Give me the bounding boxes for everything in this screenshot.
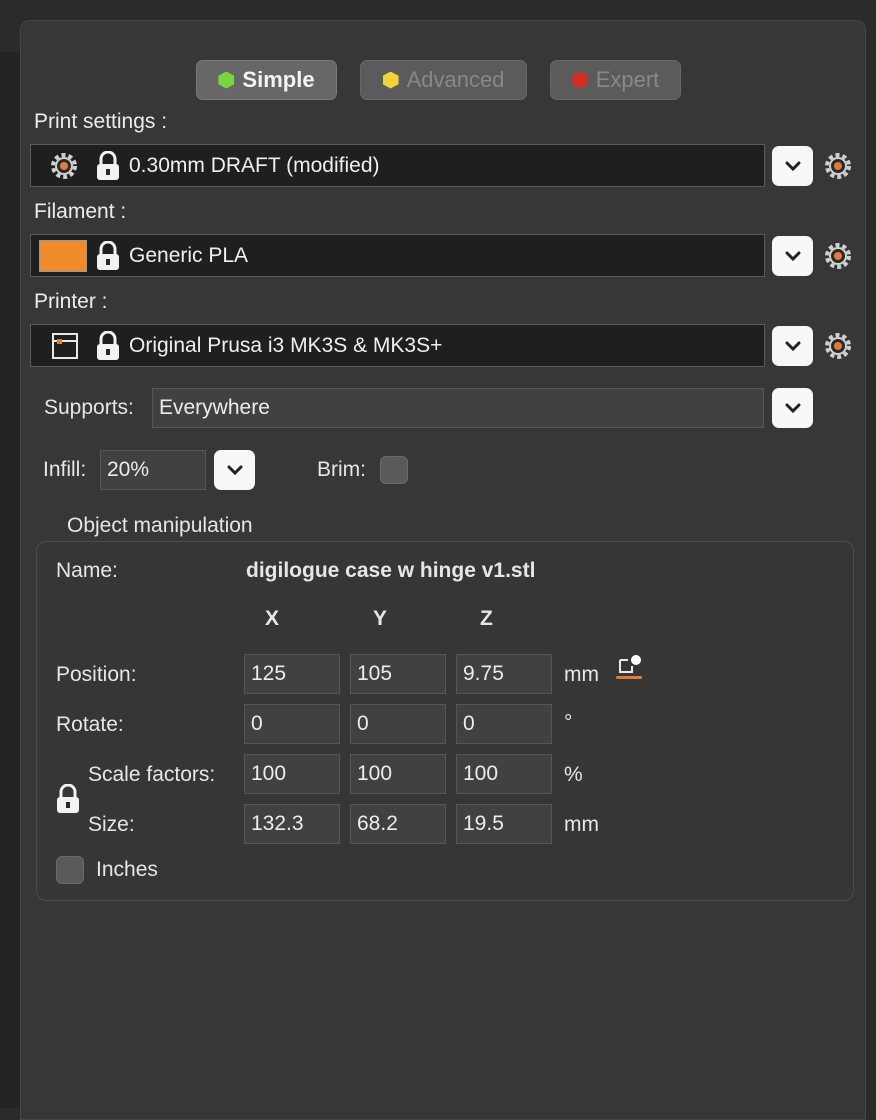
size-z-input[interactable]: 19.5	[456, 804, 552, 844]
chevron-down-icon	[785, 341, 800, 351]
printer-dropdown-button[interactable]	[772, 326, 813, 366]
infill-dropdown-button[interactable]	[214, 450, 255, 490]
object-name-value: digilogue case w hinge v1.stl	[246, 559, 536, 582]
mode-simple-label: Simple	[242, 67, 315, 92]
size-y-input[interactable]: 68.2	[350, 804, 446, 844]
mode-advanced-label: Advanced	[406, 67, 505, 92]
inches-label: Inches	[96, 858, 158, 881]
filament-combo[interactable]: Generic PLA	[30, 234, 765, 277]
rotate-z-input[interactable]: 0	[456, 704, 552, 744]
print-settings-value: 0.30mm DRAFT (modified)	[129, 153, 380, 177]
uniform-scale-lock-icon[interactable]	[55, 784, 81, 814]
infill-select[interactable]: 20%	[100, 450, 206, 490]
object-manipulation-title: Object manipulation	[67, 514, 253, 537]
scale-factors-label: Scale factors:	[88, 763, 216, 786]
supports-label: Supports:	[44, 396, 134, 419]
lock-icon	[97, 240, 119, 270]
scale-z-input[interactable]: 100	[456, 754, 552, 794]
scale-unit: %	[564, 763, 583, 786]
rotate-label: Rotate:	[56, 713, 124, 736]
axis-z-label: Z	[480, 607, 493, 630]
infill-label: Infill:	[43, 458, 87, 481]
chevron-down-icon	[785, 161, 800, 171]
position-unit: mm	[564, 663, 599, 686]
drop-to-bed-icon[interactable]	[614, 654, 644, 682]
rotate-y-input[interactable]: 0	[350, 704, 446, 744]
chevron-down-icon	[227, 465, 242, 475]
position-y-input[interactable]: 105	[350, 654, 446, 694]
size-x-input[interactable]: 132.3	[244, 804, 340, 844]
position-z-input[interactable]: 9.75	[456, 654, 552, 694]
print-settings-combo[interactable]: 0.30mm DRAFT (modified)	[30, 144, 765, 187]
printer-value: Original Prusa i3 MK3S & MK3S+	[129, 333, 443, 357]
size-unit: mm	[564, 813, 599, 836]
filament-value: Generic PLA	[129, 243, 249, 267]
printer-icon	[52, 332, 78, 359]
advanced-hex-icon	[382, 71, 399, 89]
inches-checkbox[interactable]	[56, 856, 84, 884]
scale-x-input[interactable]: 100	[244, 754, 340, 794]
position-x-input[interactable]: 125	[244, 654, 340, 694]
simple-hex-icon	[218, 71, 235, 89]
mode-advanced-button[interactable]: Advanced	[360, 60, 527, 100]
print-settings-gear-icon[interactable]	[823, 151, 853, 181]
axis-x-label: X	[265, 607, 280, 630]
filament-label: Filament :	[34, 200, 127, 223]
filament-dropdown-button[interactable]	[772, 236, 813, 276]
rotate-unit: °	[564, 711, 573, 734]
axis-y-label: Y	[373, 607, 388, 630]
chevron-down-icon	[785, 251, 800, 261]
expert-hex-icon	[571, 71, 588, 89]
filament-color-swatch	[39, 239, 87, 272]
printer-label: Printer :	[34, 290, 108, 313]
mode-simple-button[interactable]: Simple	[196, 60, 337, 100]
size-label: Size:	[88, 813, 135, 836]
lock-icon	[97, 150, 119, 180]
filament-gear-icon[interactable]	[823, 241, 853, 271]
position-label: Position:	[56, 663, 137, 686]
printer-gear-icon[interactable]	[823, 331, 853, 361]
scale-y-input[interactable]: 100	[350, 754, 446, 794]
rotate-x-input[interactable]: 0	[244, 704, 340, 744]
supports-select[interactable]: Everywhere	[152, 388, 764, 428]
gear-icon	[51, 152, 77, 179]
mode-expert-button[interactable]: Expert	[550, 60, 681, 100]
mode-expert-label: Expert	[595, 67, 660, 92]
supports-dropdown-button[interactable]	[772, 388, 813, 428]
left-strip	[0, 52, 20, 1108]
printer-combo[interactable]: Original Prusa i3 MK3S & MK3S+	[30, 324, 765, 367]
lock-icon	[97, 330, 119, 360]
print-settings-dropdown-button[interactable]	[772, 146, 813, 186]
chevron-down-icon	[785, 403, 800, 413]
brim-label: Brim:	[317, 458, 366, 481]
print-settings-label: Print settings :	[34, 110, 168, 133]
brim-checkbox[interactable]	[380, 456, 408, 484]
name-label: Name:	[56, 559, 118, 582]
